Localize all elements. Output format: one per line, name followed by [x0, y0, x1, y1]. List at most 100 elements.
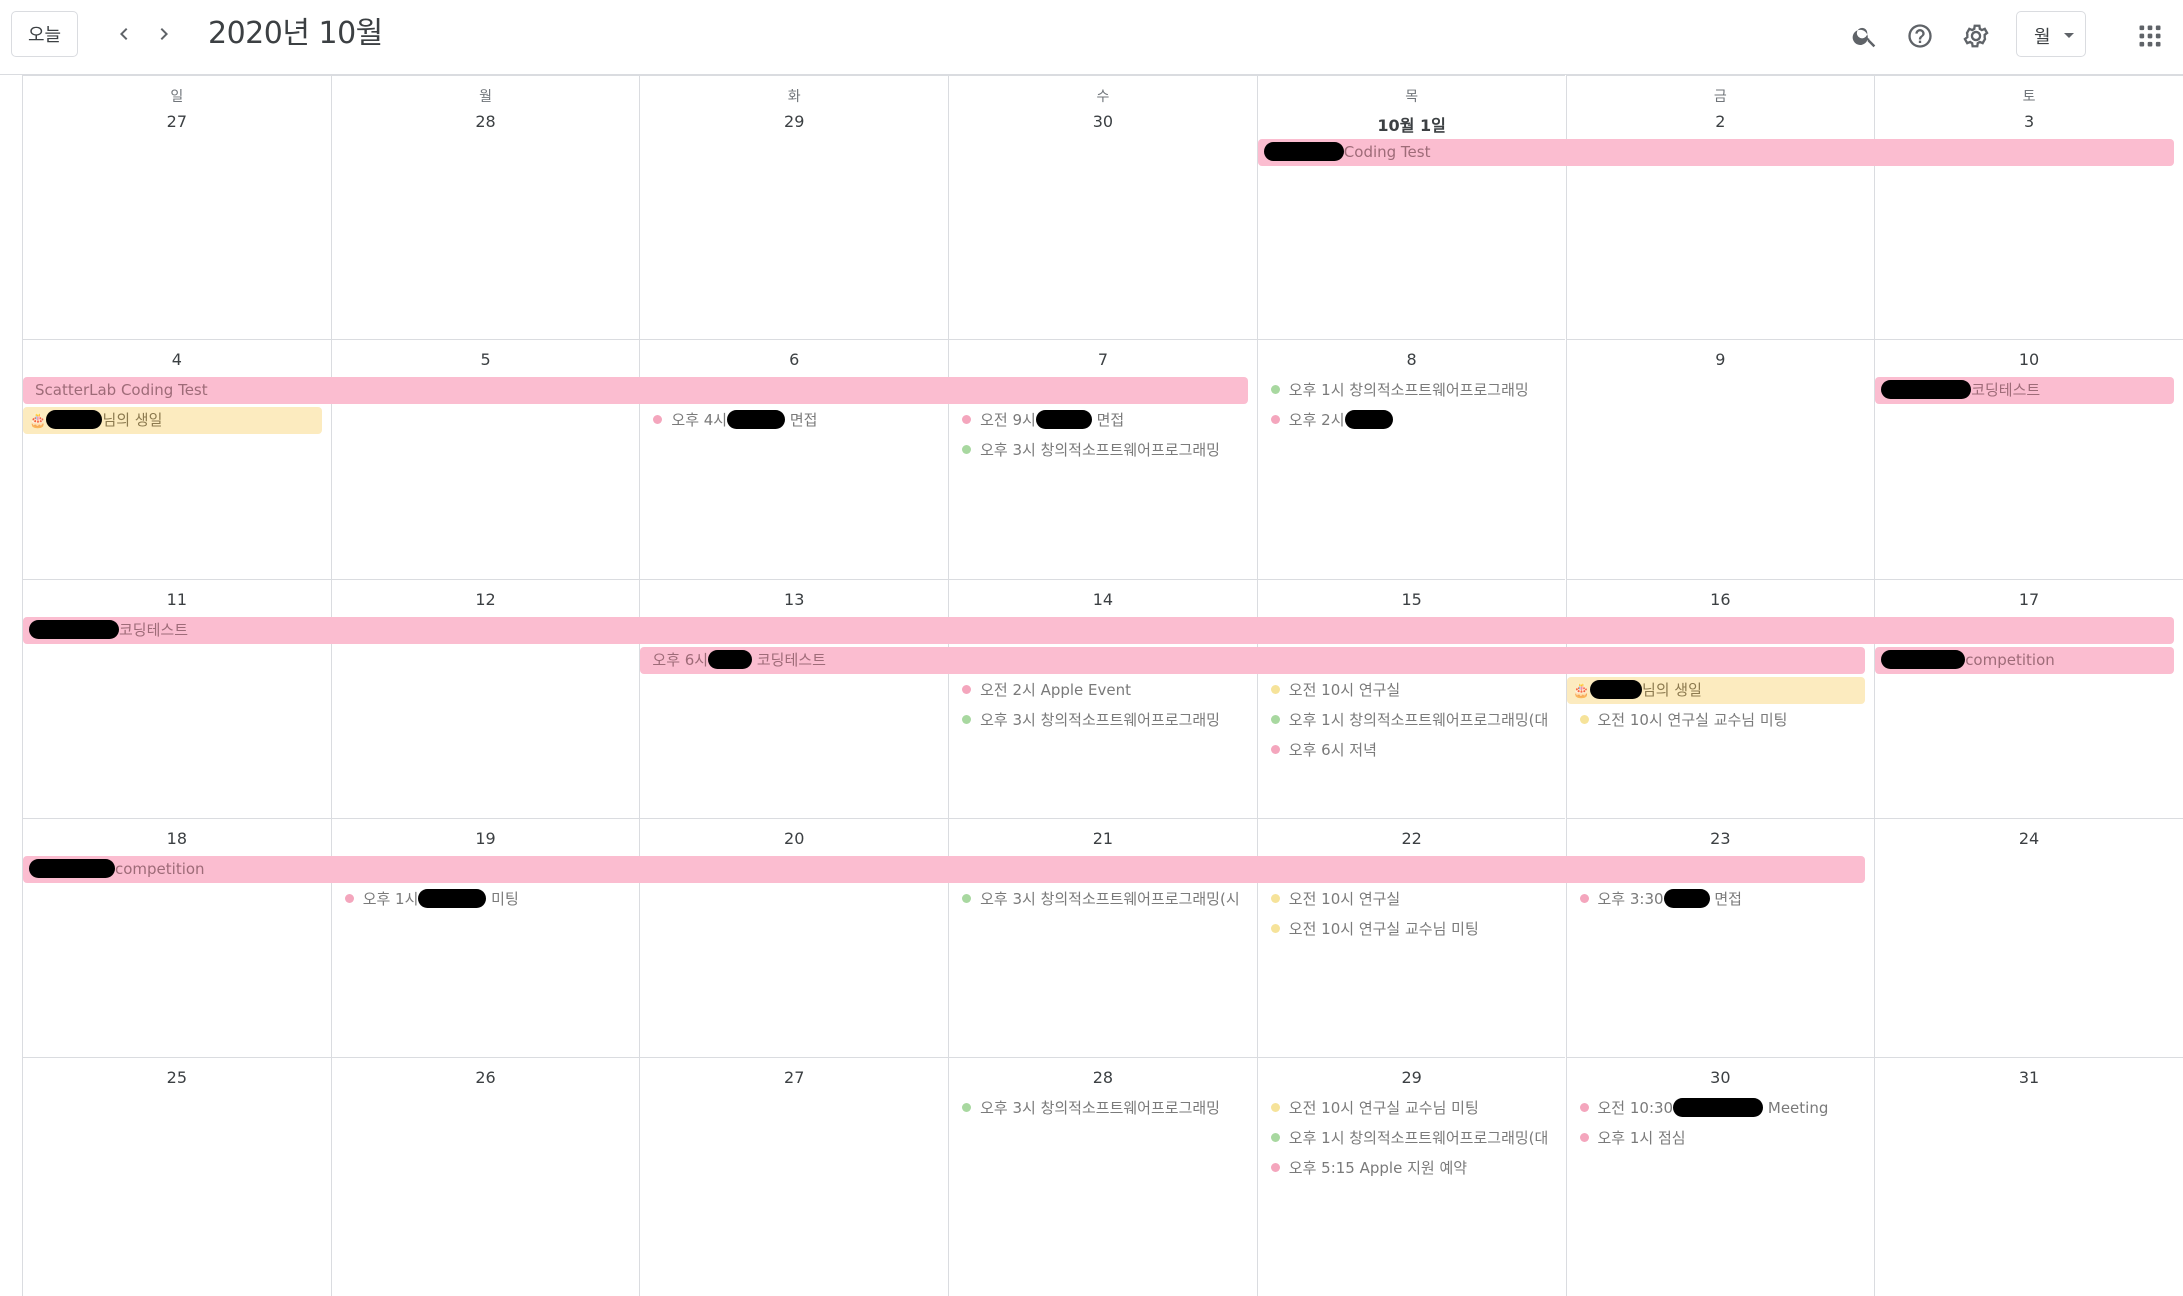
timed-event[interactable]: 오전 10시 연구실 교수님 미팅 [1579, 707, 1869, 733]
settings-button[interactable] [1954, 14, 1998, 58]
day-cell[interactable]: 23 [1565, 818, 1875, 1057]
day-number[interactable]: 25 [23, 1068, 331, 1087]
day-number[interactable]: 9 [1567, 350, 1875, 369]
timed-event[interactable]: 오후 4시 면접 [653, 407, 942, 433]
day-cell[interactable]: 26 [330, 1057, 640, 1296]
day-cell[interactable]: 목 10월 1일 [1256, 75, 1566, 339]
search-button[interactable] [1843, 14, 1887, 58]
day-cell[interactable]: 30 [1565, 1057, 1875, 1296]
day-number[interactable]: 30 [949, 112, 1257, 131]
timed-event[interactable]: 오후 3시 창의적소프트웨어프로그래밍(시 [962, 886, 1251, 912]
day-number[interactable]: 10월 1일 [1258, 112, 1566, 136]
timed-event[interactable]: 오후 3시 창의적소프트웨어프로그래밍 [962, 1095, 1251, 1121]
birthday-event-bar[interactable]: 🎂 님의 생일 [1566, 677, 1866, 704]
day-cell[interactable]: 12 [330, 579, 640, 818]
day-cell[interactable]: 31 [1874, 1057, 2183, 1296]
previous-month-button[interactable] [104, 14, 144, 54]
day-number[interactable]: 5 [332, 350, 640, 369]
timed-event[interactable]: 오전 10시 연구실 교수님 미팅 [1270, 916, 1560, 942]
day-number[interactable]: 12 [332, 590, 640, 609]
day-cell[interactable]: 21 [948, 818, 1257, 1057]
timed-event[interactable]: 오후 1시 점심 [1579, 1125, 1869, 1151]
timed-event[interactable]: 오전 9시 면접 [962, 407, 1251, 433]
day-number[interactable]: 2 [1567, 112, 1875, 131]
day-number[interactable]: 19 [332, 829, 640, 848]
day-cell[interactable]: 17 [1874, 579, 2183, 818]
day-cell[interactable]: 18 [22, 818, 331, 1057]
timed-event[interactable]: 오전 10시 연구실 [1270, 886, 1560, 912]
day-cell[interactable]: 금2 [1565, 75, 1875, 339]
day-number[interactable]: 20 [640, 829, 948, 848]
day-number[interactable]: 11 [23, 590, 331, 609]
timed-event[interactable]: 오전 2시 Apple Event [962, 677, 1251, 703]
day-number[interactable]: 28 [949, 1068, 1257, 1087]
day-cell[interactable]: 5 [330, 339, 640, 579]
day-number[interactable]: 28 [332, 112, 640, 131]
day-cell[interactable]: 6 [639, 339, 949, 579]
timed-event[interactable]: 오전 10시 연구실 [1270, 677, 1560, 703]
day-number[interactable]: 4 [23, 350, 331, 369]
all-day-event-bar[interactable]: competition [1875, 647, 2174, 674]
day-cell[interactable]: 4 [22, 339, 331, 579]
today-button[interactable]: 오늘 [11, 11, 78, 57]
timed-event[interactable]: 오후 1시 창의적소프트웨어프로그래밍(대 [1270, 1125, 1560, 1151]
all-day-event-bar[interactable]: ScatterLab Coding Test [23, 377, 1248, 404]
view-selector[interactable]: 월 [2016, 11, 2086, 57]
day-cell[interactable]: 27 [639, 1057, 949, 1296]
day-cell[interactable]: 24 [1874, 818, 2183, 1057]
day-cell[interactable]: 토3 [1874, 75, 2183, 339]
timed-event[interactable]: 오후 6시 저녁 [1270, 737, 1560, 763]
day-cell[interactable]: 25 [22, 1057, 331, 1296]
timed-event[interactable]: 오후 1시 미팅 [344, 886, 634, 912]
day-number[interactable]: 26 [332, 1068, 640, 1087]
timed-event[interactable]: 오전 10:30 Meeting [1579, 1095, 1869, 1121]
day-number[interactable]: 31 [1875, 1068, 2183, 1087]
day-number[interactable]: 22 [1258, 829, 1566, 848]
day-number[interactable]: 18 [23, 829, 331, 848]
day-cell[interactable]: 28 [948, 1057, 1257, 1296]
day-number[interactable]: 6 [640, 350, 948, 369]
day-cell[interactable]: 10 [1874, 339, 2183, 579]
all-day-event-bar[interactable]: Coding Test [1257, 139, 2174, 166]
day-cell[interactable]: 8 [1256, 339, 1566, 579]
timed-event[interactable]: 오후 1시 창의적소프트웨어프로그래밍(대 [1270, 707, 1560, 733]
day-number[interactable]: 29 [640, 112, 948, 131]
day-cell[interactable]: 20 [639, 818, 949, 1057]
day-number[interactable]: 21 [949, 829, 1257, 848]
birthday-event-bar[interactable]: 🎂 님의 생일 [23, 407, 322, 434]
day-number[interactable]: 15 [1258, 590, 1566, 609]
all-day-event-bar[interactable]: 코딩테스트 [23, 617, 2174, 644]
day-number[interactable]: 24 [1875, 829, 2183, 848]
day-cell[interactable]: 일 27 [22, 75, 331, 339]
day-number[interactable]: 3 [1875, 112, 2183, 131]
day-cell[interactable]: 13 [639, 579, 949, 818]
day-number[interactable]: 17 [1875, 590, 2183, 609]
day-cell[interactable]: 화 29 [639, 75, 949, 339]
all-day-event-bar[interactable]: competition [23, 856, 1866, 883]
day-number[interactable]: 8 [1258, 350, 1566, 369]
day-number[interactable]: 14 [949, 590, 1257, 609]
day-number[interactable]: 13 [640, 590, 948, 609]
timed-event[interactable]: 오후 2시 [1270, 407, 1560, 433]
day-number[interactable]: 10 [1875, 350, 2183, 369]
timed-event[interactable]: 오전 10시 연구실 교수님 미팅 [1270, 1095, 1560, 1121]
day-number[interactable]: 27 [23, 112, 331, 131]
next-month-button[interactable] [144, 14, 184, 54]
apps-button[interactable] [2128, 14, 2172, 58]
day-number[interactable]: 29 [1258, 1068, 1566, 1087]
day-cell[interactable]: 수 30 [948, 75, 1257, 339]
day-cell[interactable]: 월 28 [330, 75, 640, 339]
day-number[interactable]: 23 [1567, 829, 1875, 848]
day-number[interactable]: 16 [1567, 590, 1875, 609]
timed-event[interactable]: 오후 3시 창의적소프트웨어프로그래밍 [962, 707, 1251, 733]
all-day-event-bar[interactable]: 코딩테스트 [1875, 377, 2174, 404]
timed-event[interactable]: 오후 3:30 면접 [1579, 886, 1869, 912]
day-cell[interactable]: 11 [22, 579, 331, 818]
day-number[interactable]: 27 [640, 1068, 948, 1087]
day-number[interactable]: 30 [1567, 1068, 1875, 1087]
day-cell[interactable]: 9 [1565, 339, 1875, 579]
help-button[interactable] [1898, 14, 1942, 58]
timed-event[interactable]: 오후 1시 창의적소프트웨어프로그래밍 [1270, 377, 1560, 403]
timed-event[interactable]: 오후 3시 창의적소프트웨어프로그래밍 [962, 437, 1251, 463]
all-day-event-bar[interactable]: 오후 6시 코딩테스트 [640, 647, 1866, 674]
